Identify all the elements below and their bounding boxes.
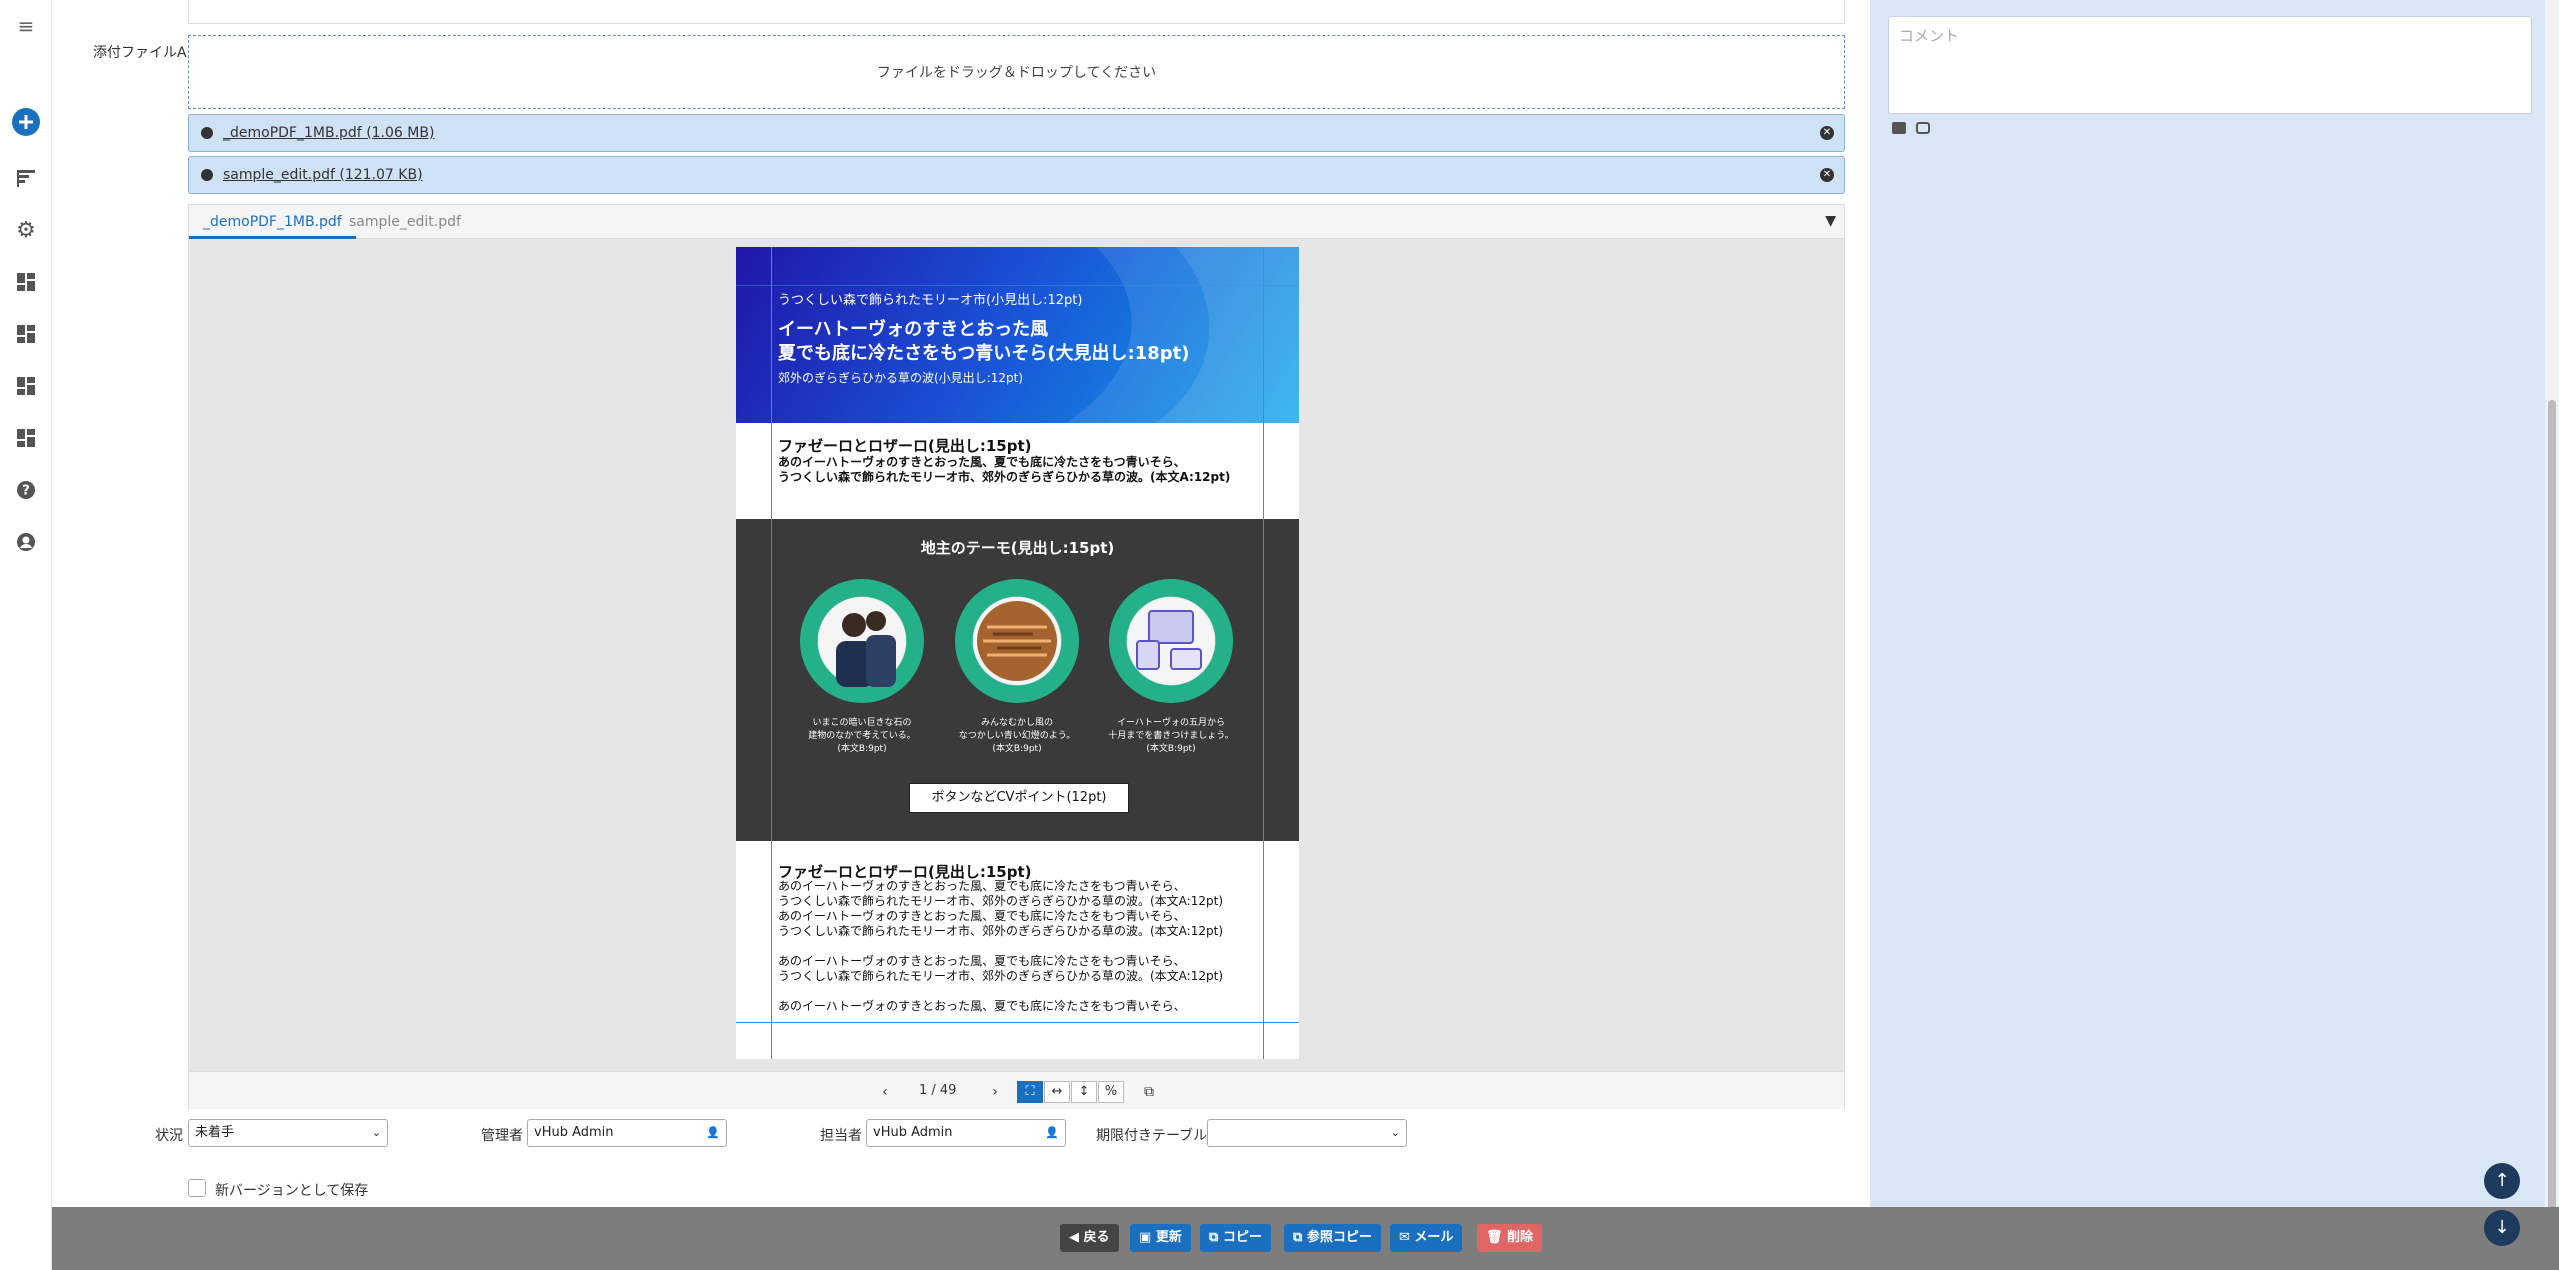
guide-line [1263, 247, 1264, 1059]
save-version-label: 新バージョンとして保存 [215, 1183, 369, 1199]
fit-page-icon[interactable]: ⛶ [1017, 1081, 1043, 1103]
manager-field[interactable]: vHub Admin 👤 [527, 1119, 727, 1147]
copy-button[interactable]: ⧉ コピー [1200, 1224, 1271, 1252]
dashboard-icon[interactable] [10, 266, 42, 298]
theme-section: 地主のテーモ(見出し:15pt) いまこの暗い巨きな石の 建物のなかで考えている。… [736, 519, 1299, 841]
save-icon: ▣ [1139, 1230, 1156, 1245]
remove-attachment-icon[interactable]: ✕ [1820, 126, 1834, 140]
theme-heading: 地主のテーモ(見出し:15pt) [920, 539, 1115, 557]
hero-small-text: うつくしい森で飾られたモリーオ市(小見出し:12pt) [778, 293, 1083, 308]
section-body: あのイーハトーヴォのすきとおった風、夏でも底に冷たさをもつ青いそら、 うつくしい… [778, 879, 1223, 1013]
gear-icon[interactable]: ⚙ [10, 214, 42, 246]
fit-height-icon[interactable]: ↕ [1071, 1081, 1097, 1103]
hero-title-1: イーハトーヴォのすきとおった風 [778, 319, 1049, 340]
hero-title-2: 夏でも底に冷たさをもつ青いそら(大見出し:18pt) [778, 343, 1190, 364]
dashboard-icon[interactable] [10, 422, 42, 454]
page-indicator: 1 / 49 [919, 1083, 957, 1098]
table-label: 期限付きテーブル [1096, 1128, 1208, 1144]
camera-icon[interactable] [1916, 122, 1930, 134]
image-caption: いまこの暗い巨きな石の 建物のなかで考えている。 (本文B:9pt) [808, 718, 916, 754]
code-screen-image [955, 579, 1079, 703]
pdf-hero: うつくしい森で飾られたモリーオ市(小見出し:12pt) イーハトーヴォのすきとお… [736, 247, 1299, 423]
menu-icon[interactable]: ≡ [10, 10, 42, 42]
update-button[interactable]: ▣ 更新 [1130, 1224, 1191, 1252]
trash-icon: 🗑 [1486, 1230, 1508, 1245]
manager-label: 管理者 [481, 1128, 523, 1144]
tab-demo-pdf[interactable]: _demoPDF_1MB.pdf [189, 205, 356, 239]
tab-sample-edit[interactable]: sample_edit.pdf [335, 205, 475, 239]
scroll-bottom-icon[interactable]: ↓ [2484, 1210, 2520, 1246]
scrollbar-thumb[interactable] [2548, 400, 2556, 1230]
dropzone-text: ファイルをドラッグ＆ドロップしてください [876, 65, 1157, 81]
image-caption: みんなむかし風の なつかしい青い幻燈のよう。 (本文B:9pt) [958, 718, 1076, 754]
attachment-row: _demoPDF_1MB.pdf (1.06 MB) ✕ [188, 114, 1845, 152]
open-external-icon[interactable]: ⧉ [1137, 1080, 1161, 1104]
status-label: 状況 [155, 1128, 183, 1144]
owner-label: 担当者 [820, 1128, 862, 1144]
scrollbar[interactable] [2545, 0, 2559, 1270]
copy-icon: ⧉ [1293, 1230, 1307, 1245]
help-icon[interactable]: ? [10, 474, 42, 506]
add-icon[interactable] [10, 106, 42, 138]
fit-width-icon[interactable]: ↔ [1044, 1081, 1070, 1103]
section-text: うつくしい森で飾られたモリーオ市、郊外のぎらぎらひかる草の波。(本文A:12pt… [778, 470, 1231, 484]
prev-page-icon[interactable]: ‹ [873, 1080, 897, 1104]
attachment-link[interactable]: _demoPDF_1MB.pdf (1.06 MB) [223, 125, 434, 141]
save-version-checkbox[interactable] [188, 1179, 206, 1197]
file-dropzone[interactable]: ファイルをドラッグ＆ドロップしてください [188, 35, 1845, 109]
delete-button[interactable]: 🗑 削除 [1477, 1224, 1543, 1252]
remove-attachment-icon[interactable]: ✕ [1820, 168, 1834, 182]
back-button[interactable]: ◀ 戻る [1060, 1224, 1119, 1252]
table-select[interactable]: ⌄ [1207, 1119, 1407, 1147]
footer-bar: ◀ 戻る ▣ 更新 ⧉ コピー ⧉ 参照コピー ✉ メール 🗑 削除 [52, 1207, 2559, 1270]
caret-down-icon[interactable]: ▼ [1825, 213, 1836, 229]
owner-field[interactable]: vHub Admin 👤 [866, 1119, 1066, 1147]
mail-button[interactable]: ✉ メール [1390, 1224, 1463, 1252]
pdf-page: うつくしい森で飾られたモリーオ市(小見出し:12pt) イーハトーヴォのすきとお… [736, 247, 1299, 1059]
attachment-icon [201, 169, 213, 181]
previous-field [188, 0, 1845, 24]
guide-line [736, 1022, 1299, 1023]
comment-input[interactable]: コメント [1888, 16, 2532, 114]
ref-copy-button[interactable]: ⧉ 参照コピー [1284, 1224, 1381, 1252]
next-page-icon[interactable]: › [983, 1080, 1007, 1104]
guide-line [771, 247, 772, 1059]
guide-line [736, 285, 1299, 286]
user-picker-icon: 👤 [706, 1126, 720, 1139]
mail-icon: ✉ [1399, 1230, 1415, 1245]
gantt-icon[interactable] [10, 162, 42, 194]
image-caption: イーハトーヴォの五月から 十月までを書きつけましょう。 (本文B:9pt) [1108, 718, 1234, 754]
dashboard-icon[interactable] [10, 318, 42, 350]
copy-icon: ⧉ [1209, 1230, 1223, 1245]
device-illustration-image [1109, 579, 1233, 703]
user-icon[interactable] [10, 526, 42, 558]
status-select[interactable]: 未着手 ⌄ [188, 1119, 388, 1147]
attachments-label: 添付ファイルA [93, 45, 187, 61]
business-people-image [800, 579, 924, 703]
attachment-icon [201, 127, 213, 139]
svg-text:?: ? [22, 484, 30, 499]
nav-rail: ≡ ⚙ ? [0, 0, 52, 1270]
image-upload-icon[interactable] [1892, 122, 1906, 134]
comment-panel: コメント [1870, 0, 2559, 1270]
pdf-viewer: _demoPDF_1MB.pdf sample_edit.pdf ▼ うつくしい… [188, 204, 1845, 1109]
viewer-tabs: _demoPDF_1MB.pdf sample_edit.pdf ▼ [189, 205, 1844, 239]
cv-point-button: ボタンなどCVポイント(12pt) [909, 783, 1129, 813]
back-icon: ◀ [1069, 1230, 1084, 1245]
user-picker-icon: 👤 [1045, 1126, 1059, 1139]
zoom-percent-icon[interactable]: % [1098, 1081, 1124, 1103]
scroll-top-icon[interactable]: ↑ [2484, 1163, 2520, 1199]
hero-sub-text: 郊外のぎらぎらひかる草の波(小見出し:12pt) [778, 371, 1023, 385]
attachment-link[interactable]: sample_edit.pdf (121.07 KB) [223, 167, 423, 183]
viewer-toolbar: ‹ 1 / 49 › ⛶ ↔ ↕ % ⧉ [189, 1071, 1844, 1109]
attachment-row: sample_edit.pdf (121.07 KB) ✕ [188, 156, 1845, 194]
dashboard-icon[interactable] [10, 370, 42, 402]
